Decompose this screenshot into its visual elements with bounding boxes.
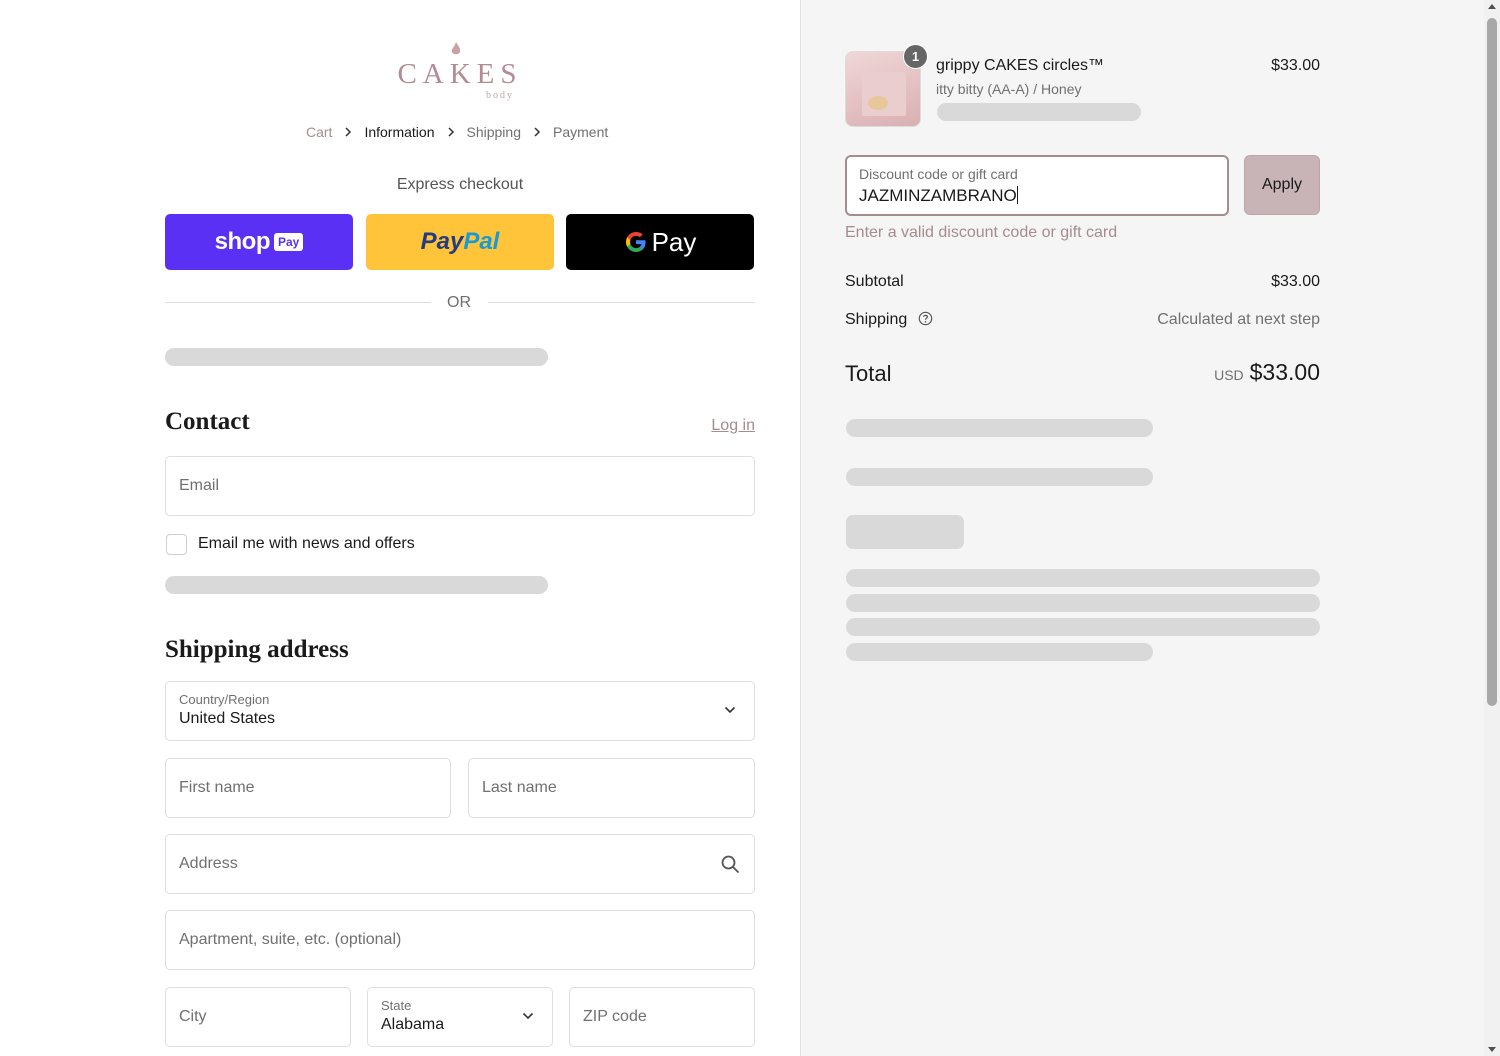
- country-label: Country/Region: [179, 692, 270, 707]
- total-value-row: USD $33.00: [1120, 359, 1320, 386]
- shop-pay-logo: shop: [214, 228, 271, 255]
- shop-pay-button[interactable]: shop Pay: [165, 214, 353, 270]
- breadcrumb-information: Information: [364, 124, 435, 140]
- email-placeholder: Email: [179, 477, 220, 494]
- flame-icon: [451, 42, 461, 55]
- loading-skeleton: [846, 643, 1153, 661]
- first-name-placeholder: First name: [179, 779, 255, 796]
- address-field[interactable]: Address: [165, 834, 755, 894]
- brand-logo[interactable]: CAKES body: [390, 42, 530, 104]
- product-name: grippy CAKES circles™: [936, 57, 1105, 74]
- breadcrumb-payment: Payment: [553, 124, 609, 140]
- logo-wordmark: CAKES: [397, 58, 523, 90]
- apartment-field[interactable]: Apartment, suite, etc. (optional): [165, 910, 755, 970]
- zip-placeholder: ZIP code: [583, 1008, 647, 1025]
- shipping-label: Shipping: [845, 311, 908, 328]
- loading-skeleton: [846, 419, 1153, 437]
- discount-value: JAZMINZAMBRANO: [859, 186, 1018, 205]
- country-value: United States: [179, 710, 276, 727]
- last-name-field[interactable]: Last name: [468, 758, 755, 818]
- loading-skeleton: [846, 468, 1153, 486]
- login-link[interactable]: Log in: [700, 417, 755, 435]
- first-name-field[interactable]: First name: [165, 758, 451, 818]
- discount-code-input[interactable]: Discount code or gift card JAZMINZAMBRAN…: [845, 155, 1229, 216]
- address-placeholder: Address: [179, 855, 238, 872]
- chevron-right-icon: [447, 127, 454, 137]
- total-value: $33.00: [1249, 359, 1320, 385]
- email-field[interactable]: Email: [165, 456, 755, 516]
- product-image-piece: [868, 96, 888, 110]
- product-variant: itty bitty (AA-A) / Honey: [936, 81, 1082, 97]
- shipping-address-title: Shipping address: [165, 636, 349, 663]
- search-icon: [721, 855, 739, 873]
- quantity-badge: 1: [903, 44, 928, 69]
- discount-error-message: Enter a valid discount code or gift card: [845, 224, 1118, 241]
- google-g-icon: [625, 232, 646, 252]
- divider: [488, 302, 755, 303]
- shipping-label-row: Shipping: [845, 311, 933, 329]
- loading-skeleton: [846, 515, 964, 549]
- express-checkout-title: Express checkout: [396, 176, 524, 193]
- google-pay-button[interactable]: Pay: [566, 214, 754, 270]
- paypal-logo-part2: Pal: [463, 228, 500, 255]
- breadcrumb: Cart Information Shipping Payment: [306, 124, 608, 140]
- last-name-placeholder: Last name: [482, 779, 557, 796]
- logo-subtext: body: [486, 90, 514, 101]
- loading-skeleton: [937, 103, 1141, 121]
- help-circle-icon[interactable]: [918, 311, 933, 326]
- scroll-down-arrow-icon[interactable]: [1488, 1047, 1496, 1052]
- paypal-logo-part1: Pay: [420, 228, 464, 255]
- product-image-box: [862, 72, 906, 116]
- scrollbar-thumb[interactable]: [1487, 18, 1497, 706]
- news-offers-label[interactable]: Email me with news and offers: [198, 535, 415, 553]
- loading-skeleton: [846, 569, 1320, 587]
- chevron-right-icon: [345, 127, 352, 137]
- product-price: $33.00: [1271, 57, 1320, 74]
- text-caret: [1016, 186, 1018, 204]
- apartment-placeholder: Apartment, suite, etc. (optional): [179, 931, 402, 948]
- scroll-up-arrow-icon[interactable]: [1488, 4, 1496, 9]
- country-select[interactable]: Country/Region United States: [165, 681, 755, 741]
- state-label: State: [381, 998, 412, 1013]
- divider: [165, 302, 431, 303]
- google-pay-label: Pay: [651, 226, 697, 257]
- city-field[interactable]: City: [165, 987, 351, 1047]
- discount-label: Discount code or gift card: [859, 166, 1018, 182]
- state-select[interactable]: State Alabama: [367, 987, 553, 1047]
- state-value: Alabama: [381, 1016, 445, 1033]
- shipping-value: Calculated at next step: [1157, 311, 1320, 328]
- page-scrollbar[interactable]: [1484, 0, 1500, 1056]
- or-divider-text: OR: [447, 294, 471, 311]
- chevron-down-icon: [724, 706, 736, 714]
- loading-skeleton: [846, 618, 1320, 636]
- total-label: Total: [845, 361, 892, 386]
- breadcrumb-cart[interactable]: Cart: [306, 124, 332, 140]
- breadcrumb-shipping: Shipping: [466, 124, 522, 140]
- loading-skeleton: [846, 594, 1320, 612]
- news-offers-checkbox[interactable]: [166, 534, 187, 555]
- apply-button[interactable]: Apply: [1244, 155, 1320, 215]
- chevron-right-icon: [534, 127, 541, 137]
- city-placeholder: City: [179, 1008, 207, 1025]
- zip-field[interactable]: ZIP code: [569, 987, 755, 1047]
- paypal-button[interactable]: Pay Pal: [366, 214, 554, 270]
- checkout-form-panel: CAKES body Cart Information Shipping Pay…: [0, 0, 800, 1056]
- loading-skeleton: [165, 348, 548, 366]
- loading-skeleton: [165, 576, 548, 594]
- contact-title: Contact: [165, 408, 250, 435]
- subtotal-value: $33.00: [1271, 273, 1320, 290]
- shop-pay-badge: Pay: [273, 233, 304, 251]
- total-currency: USD: [1214, 367, 1244, 383]
- chevron-down-icon: [522, 1012, 534, 1020]
- subtotal-label: Subtotal: [845, 273, 904, 290]
